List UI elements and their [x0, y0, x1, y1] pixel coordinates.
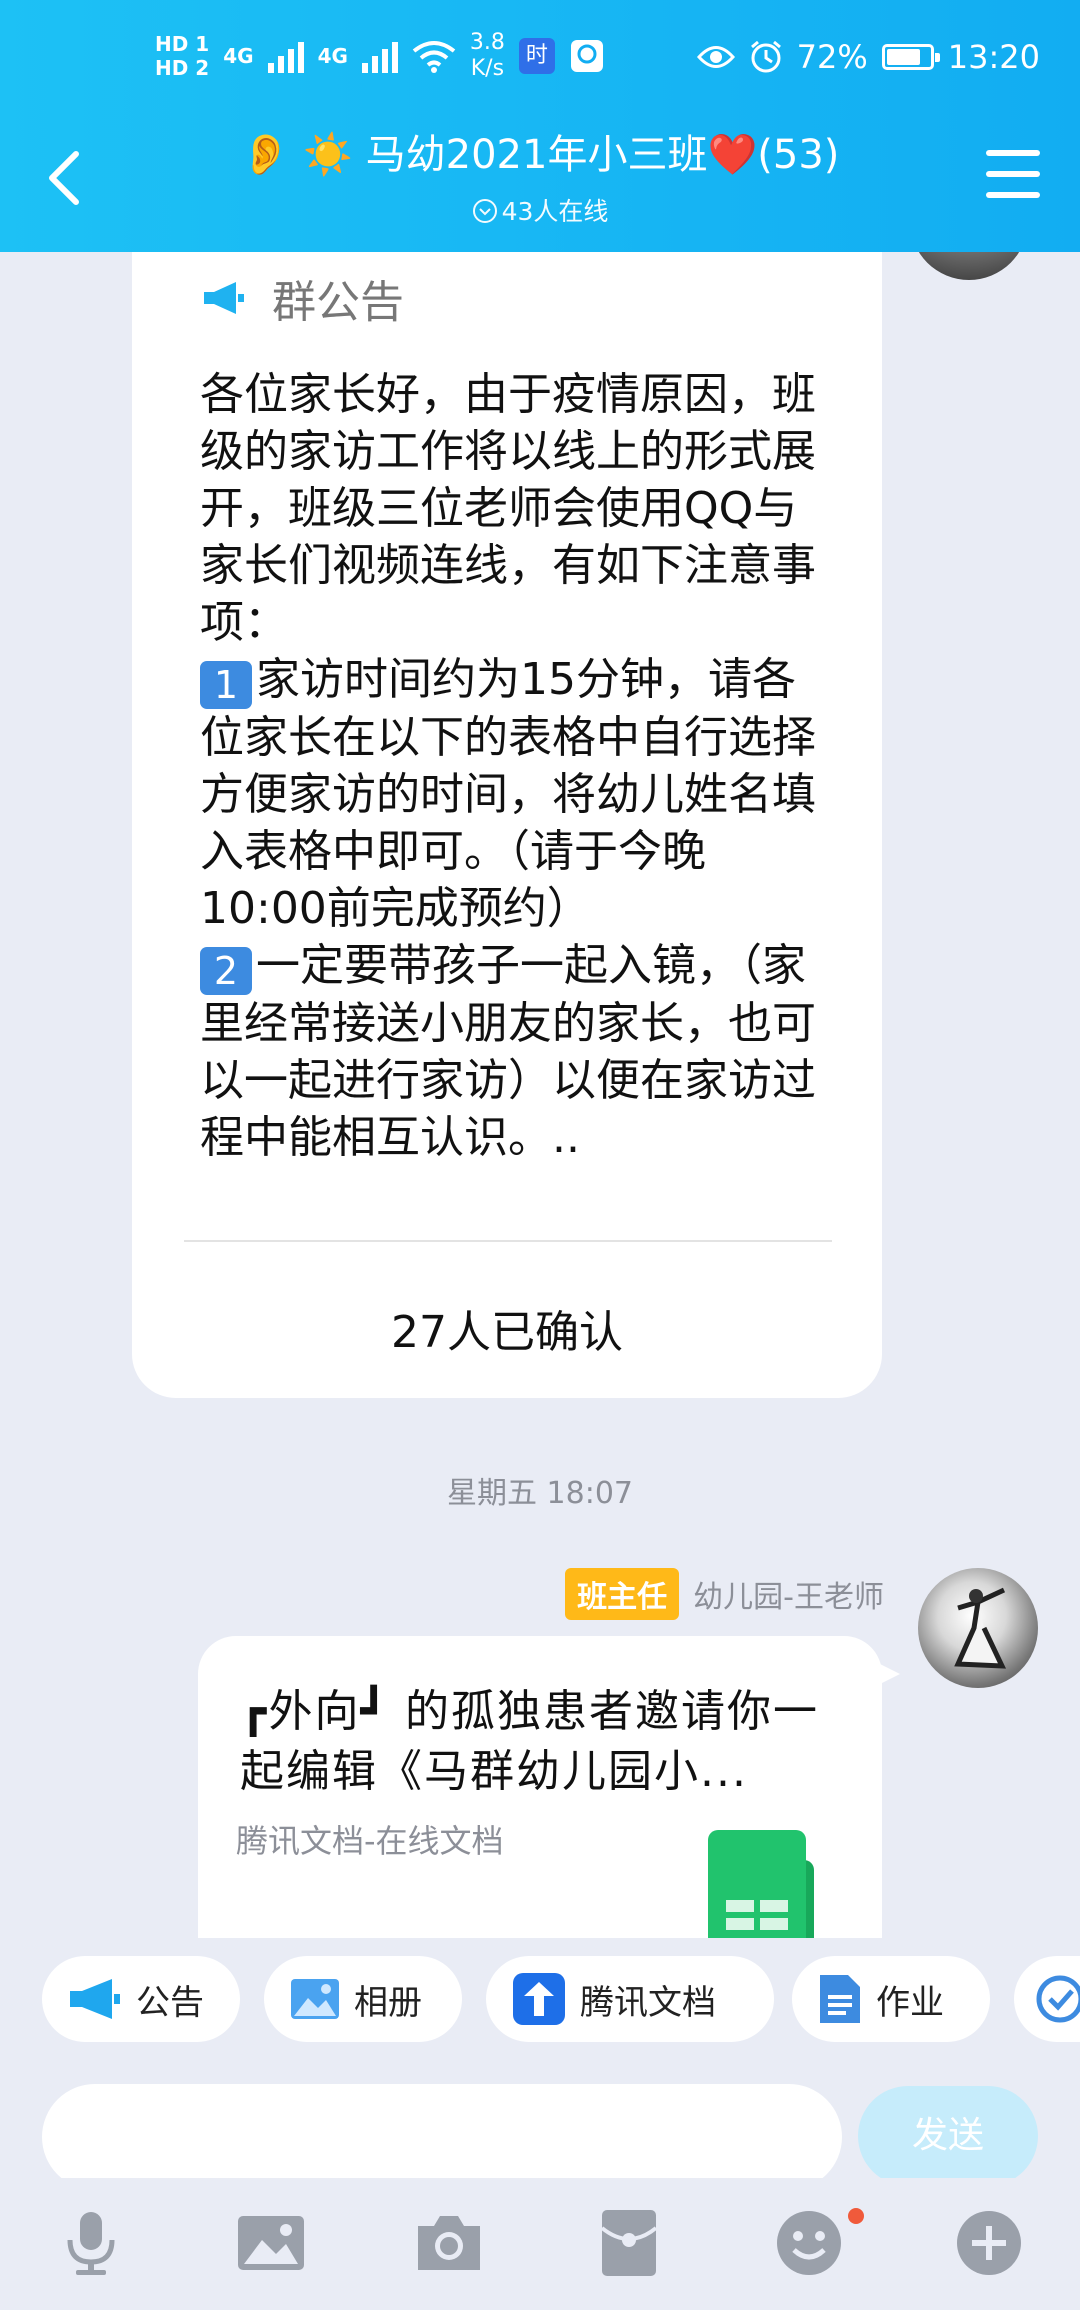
sender-name[interactable]: 幼儿园-王老师 — [693, 1572, 884, 1616]
network-type-2: 4G — [317, 44, 348, 68]
announcement-header: 群公告 — [202, 266, 404, 330]
emoji-icon[interactable] — [774, 2208, 844, 2278]
message-input-row: 发送 — [0, 2058, 1080, 2190]
shortcut-tencent-docs[interactable]: 腾讯文档 — [486, 1956, 774, 2042]
sender-avatar[interactable] — [918, 1568, 1038, 1688]
shortcut-label: 腾讯文档 — [580, 1982, 716, 2023]
camera-icon[interactable] — [414, 2208, 484, 2278]
battery-icon — [881, 44, 940, 70]
sender-info: 班主任 幼儿园-王老师 — [565, 1568, 884, 1620]
role-badge: 班主任 — [565, 1568, 680, 1620]
shortcut-announcement[interactable]: 公告 — [42, 1956, 240, 2042]
hd2-label: HD 2 — [155, 56, 210, 80]
eye-icon — [696, 46, 735, 68]
keycap-one-icon: 1 — [200, 661, 252, 709]
checklist-icon — [1036, 1975, 1080, 2023]
signal-1-icon — [267, 39, 304, 73]
clock: 13:20 — [947, 38, 1040, 76]
microphone-icon[interactable] — [56, 2208, 126, 2278]
status-bar: HD 1 HD 2 4G 4G 3.8 K/s 时 72% 13:20 — [0, 0, 1080, 110]
app-notification-2-icon — [570, 40, 603, 72]
announcement-paragraph: 各位家长好，由于疫情原因，班级的家访工作将以线上的形式展开，班级三位老师会使用Q… — [200, 369, 816, 648]
notification-dot — [848, 2208, 864, 2224]
megaphone-icon — [70, 1979, 120, 2019]
signal-2-icon — [361, 39, 398, 73]
network-type-1: 4G — [223, 44, 254, 68]
shortcut-album[interactable]: 相册 — [264, 1956, 462, 2042]
chat-toolbar — [0, 2178, 1080, 2310]
message-timestamp: 星期五 18:07 — [447, 1476, 633, 1511]
announcement-item: 1 家访时间约为15分钟，请各位家长在以下的表格中自行选择方便家访的时间，将幼儿姓… — [200, 651, 830, 937]
speed-value: 3.8 — [469, 30, 505, 55]
online-count-label: 43人在线 — [501, 197, 609, 226]
online-count: 43人在线 — [0, 192, 1080, 228]
shortcut-homework[interactable]: 作业 — [792, 1956, 990, 2042]
speed-unit: K/s — [470, 56, 505, 81]
announcement-label: 群公告 — [272, 277, 404, 328]
quick-shortcuts: 公告 相册 腾讯文档 作业 — [0, 1938, 1080, 2058]
message-input[interactable] — [42, 2084, 842, 2190]
announcement-item: 2 一定要带孩子一起入镜，（家里经常接送小朋友的家长，也可以一起进行家访）以便在家… — [200, 937, 830, 1166]
network-speed: 3.8 K/s — [470, 30, 505, 82]
group-announcement-card[interactable]: 群公告 各位家长好，由于疫情原因，班级的家访工作将以线上的形式展开，班级三位老师… — [132, 236, 882, 1398]
shortcut-label: 相册 — [354, 1982, 422, 2023]
menu-icon[interactable] — [986, 150, 1040, 198]
alarm-icon — [750, 40, 781, 73]
announcement-item-text: 一定要带孩子一起入镜，（家里经常接送小朋友的家长，也可以一起进行家访）以便在家访… — [200, 940, 816, 1163]
divider — [184, 1240, 832, 1242]
message-text: ┏外向┛ 的孤独患者邀请你一起编辑《马群幼儿园小... — [240, 1686, 819, 1797]
group-title[interactable]: 👂 ☀️ 马幼2021年小三班❤️(53) — [170, 122, 910, 180]
chevron-down-circle-icon — [472, 199, 497, 223]
plus-icon[interactable] — [954, 2208, 1024, 2278]
avatar-figure-icon — [954, 1587, 1007, 1669]
status-right: 72% 13:20 — [696, 38, 1040, 76]
announcement-item-text: 家访时间约为15分钟，请各位家长在以下的表格中自行选择方便家访的时间，将幼儿姓名… — [200, 654, 816, 934]
app-header: HD 1 HD 2 4G 4G 3.8 K/s 时 72% 13:20 👂 ☀️… — [0, 0, 1080, 252]
battery-percent: 72% — [796, 38, 868, 76]
homework-icon — [820, 1975, 860, 2023]
image-icon[interactable] — [236, 2208, 306, 2278]
shortcut-label: 作业 — [876, 1982, 944, 2023]
wifi-icon — [412, 41, 456, 73]
app-notification-icon: 时 — [518, 38, 555, 74]
confirmed-count[interactable]: 27人已确认 — [132, 1296, 882, 1360]
tencent-docs-icon — [513, 1973, 565, 2025]
message-source: 腾讯文档-在线文档 — [236, 1822, 504, 1860]
shortcut-more[interactable] — [1014, 1956, 1080, 2042]
hd1-label: HD 1 — [155, 32, 210, 56]
status-left: HD 1 HD 2 4G 4G 3.8 K/s 时 — [155, 30, 605, 82]
shared-doc-message[interactable]: ┏外向┛ 的孤独患者邀请你一起编辑《马群幼儿园小... 腾讯文档-在线文档 — [198, 1636, 900, 1960]
megaphone-icon — [204, 282, 244, 314]
photo-album-icon — [291, 1979, 339, 2019]
announcement-body: 各位家长好，由于疫情原因，班级的家访工作将以线上的形式展开，班级三位老师会使用Q… — [200, 366, 830, 1166]
shortcut-label: 公告 — [136, 1982, 204, 2023]
send-button[interactable]: 发送 — [858, 2086, 1038, 2186]
keycap-two-icon: 2 — [200, 947, 252, 995]
sim-indicators: HD 1 HD 2 — [155, 32, 209, 80]
red-packet-icon[interactable] — [594, 2208, 664, 2278]
